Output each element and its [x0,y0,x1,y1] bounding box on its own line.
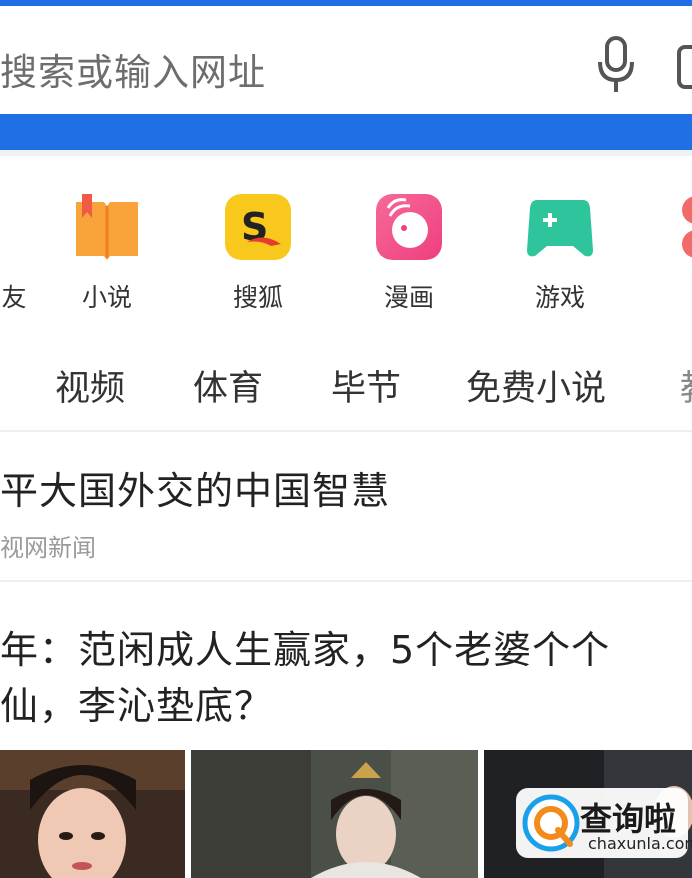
shortcut-sohu[interactable]: S 搜狐 [198,194,318,314]
tab-free-novel[interactable]: 免费小说 [466,360,606,411]
shortcut-novel[interactable]: 小说 [47,194,167,314]
tabs-icon[interactable] [676,44,692,90]
shortcut-label: 漫画 [383,283,434,312]
news-thumbnail-image [191,750,478,878]
news-thumbnail[interactable] [191,750,478,878]
microphone-icon[interactable] [596,36,636,94]
news-title[interactable]: 年：范闲成人生赢家，5个老婆个个 仙，李沁垫底？ [0,622,692,734]
blue-banner [0,114,692,150]
search-input[interactable]: 搜索或输入网址 [0,42,266,96]
shortcut-label: 搜狐 [232,283,283,312]
shortcut-game[interactable]: 游戏 [500,194,620,314]
news-thumbnail[interactable] [0,750,185,878]
shortcut-label: 游戏 [534,283,585,312]
divider [0,430,692,432]
comic-icon [376,194,442,260]
novel-book-icon [76,194,138,260]
shortcut-comic[interactable]: 漫画 [349,194,469,314]
news-title-line: 年：范闲成人生赢家，5个老婆个个 [0,628,611,672]
more-icon [682,196,692,258]
shortcut-friend[interactable]: 友 [0,194,40,314]
sohu-logo-icon: S [225,194,291,260]
tab-video[interactable]: 视频 [55,360,125,411]
section-gap [0,150,692,156]
tab-education[interactable]: 教 [680,360,692,411]
news-source: 视网新闻 [0,534,96,562]
gamepad-icon [527,200,593,257]
news-title-line: 仙，李沁垫底？ [0,684,274,728]
news-thumbnail-image [0,750,185,878]
news-title[interactable]: 平大国外交的中国智慧 [0,460,390,515]
search-bar[interactable]: 搜索或输入网址 [0,6,692,114]
watermark-domain: chaxunla.com [588,834,692,853]
shortcut-label: 更 [643,278,692,314]
tab-sports[interactable]: 体育 [193,360,263,411]
shortcut-label: 小说 [81,283,132,312]
channel-tabs: 视频 体育 毕节 免费小说 教 [0,360,692,416]
divider [0,580,692,582]
shortcut-more[interactable]: 更 [653,194,692,314]
chaxunla-logo-icon [522,794,580,852]
watermark: 查询啦 chaxunla.com [516,788,692,858]
tab-bijie[interactable]: 毕节 [331,360,401,411]
